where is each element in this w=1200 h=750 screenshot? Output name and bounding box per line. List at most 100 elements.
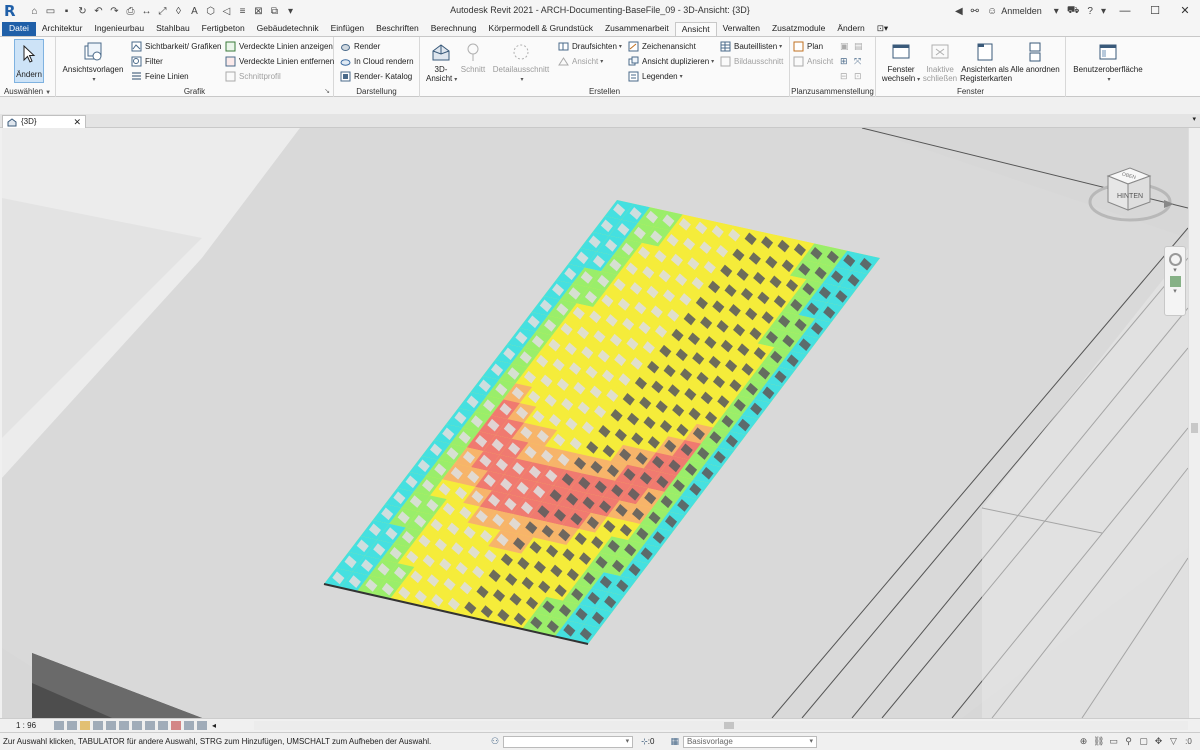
3d-view-button[interactable]: 3D- Ansicht ▾ (426, 39, 457, 85)
filter-icon[interactable]: ▽ (1168, 736, 1179, 747)
revisions-icon[interactable]: ▤ (854, 41, 863, 52)
lock-3d-view-icon[interactable] (145, 721, 155, 730)
tab-list-dropdown-icon[interactable]: ▾ (1192, 115, 1196, 123)
view-reference-icon[interactable]: ⊟ (840, 71, 848, 82)
user-interface-button[interactable]: Benutzeroberfläche ▾ (1070, 39, 1146, 85)
tab-zusatzmodule[interactable]: Zusatzmodule (766, 22, 831, 36)
matchline-icon[interactable]: ⤧ (854, 56, 861, 67)
minimize-button[interactable]: — (1110, 0, 1140, 22)
measure-icon[interactable]: ↔ (140, 5, 153, 18)
design-option-select[interactable]: Basisvorlage ▾ (682, 735, 817, 748)
print-icon[interactable]: ⎙ (124, 5, 137, 18)
tag-icon[interactable]: ◊ (172, 5, 185, 18)
design-options-icon[interactable]: ▦ (670, 736, 679, 747)
schedules-button[interactable]: Bauteillisten ▾ (720, 39, 782, 53)
section-button[interactable]: Schnitt (458, 39, 488, 74)
view-tab-close-icon[interactable]: ✕ (73, 116, 81, 128)
steering-wheel-icon[interactable] (1168, 253, 1182, 266)
plan-views-button[interactable]: Draufsichten ▾ (558, 39, 622, 53)
scroll-left-icon[interactable]: ◂ (212, 721, 216, 730)
switch-windows-icon[interactable]: ⧉ (268, 5, 281, 18)
visibility-graphics-button[interactable]: Sichtbarkeit/ Grafiken (131, 39, 221, 53)
tab-datei[interactable]: Datei (2, 22, 36, 36)
callout-button[interactable]: Detailausschnitt ▾ (492, 39, 550, 85)
horizontal-scroll-thumb[interactable] (724, 722, 734, 729)
sun-path-icon[interactable] (80, 721, 90, 730)
revit-logo-icon[interactable]: R (4, 3, 20, 19)
title-block-icon[interactable]: ▣ (840, 41, 849, 52)
sync-icon[interactable]: ↻ (76, 5, 89, 18)
sheet-button[interactable]: Plan (793, 39, 823, 53)
render-button[interactable]: Render (340, 39, 380, 53)
redo-icon[interactable]: ↷ (108, 5, 121, 18)
tab-körpermodell-grundstück[interactable]: Körpermodell & Grundstück (483, 22, 599, 36)
select-underlay-icon[interactable]: ▭ (1108, 736, 1119, 747)
tab-gebäudetechnik[interactable]: Gebäudetechnik (251, 22, 325, 36)
customize-qat-icon[interactable]: ▾ (284, 5, 297, 18)
reveal-hidden-icon[interactable] (171, 721, 181, 730)
guide-grid-icon[interactable]: ⊞ (840, 56, 848, 67)
collapse-icon[interactable]: ◀ (955, 6, 963, 17)
legends-button[interactable]: Legenden ▾ (628, 69, 683, 83)
modify-button[interactable]: Ändern (14, 39, 44, 83)
panel-title-select[interactable]: Auswählen ▼ (0, 87, 55, 96)
horizontal-scrollbar[interactable] (254, 721, 1188, 730)
section-icon[interactable]: ◁ (220, 5, 233, 18)
dimension-icon[interactable]: ⤢ (156, 5, 169, 18)
viewports-icon[interactable]: ⊡ (854, 71, 862, 82)
thin-lines-button[interactable]: Feine Linien (131, 69, 189, 83)
rendering-dialog-icon[interactable] (106, 721, 116, 730)
tab-berechnung[interactable]: Berechnung (425, 22, 483, 36)
vertical-scrollbar[interactable] (1188, 128, 1200, 718)
tab-architektur[interactable]: Architektur (36, 22, 89, 36)
viewcube[interactable]: HINTEN OBEN (1088, 160, 1178, 230)
close-hidden-icon[interactable]: ⊠ (252, 5, 265, 18)
tab-ingenieurbau[interactable]: Ingenieurbau (88, 22, 150, 36)
tab-ansicht[interactable]: Ansicht (674, 22, 717, 36)
select-pinned-icon[interactable]: ⚲ (1123, 736, 1134, 747)
drag-elements-icon[interactable]: ✥ (1153, 736, 1164, 747)
visual-style-icon[interactable] (67, 721, 77, 730)
drawing-canvas[interactable]: HINTEN OBEN ▾ ▾ (2, 128, 1188, 718)
place-view-button[interactable]: Ansicht (793, 54, 833, 68)
help-dropdown-icon[interactable]: ▾ (1101, 6, 1106, 17)
tile-views-button[interactable]: Alle anordnen (1010, 39, 1060, 74)
zoom-region-icon[interactable] (1169, 276, 1181, 287)
cart-icon[interactable]: ⛟ (1067, 5, 1080, 18)
worksets-icon[interactable]: ⚇ (491, 736, 499, 747)
filter-button[interactable]: Filter (131, 54, 163, 68)
undo-icon[interactable]: ↶ (92, 5, 105, 18)
tab-zusammenarbeit[interactable]: Zusammenarbeit (599, 22, 675, 36)
tab-einfügen[interactable]: Einfügen (325, 22, 371, 36)
crop-view-icon[interactable] (119, 721, 129, 730)
tab-ändern[interactable]: Ändern (831, 22, 870, 36)
select-links-icon[interactable]: ⛓ (1093, 736, 1104, 747)
detail-level-icon[interactable] (54, 721, 64, 730)
home-icon[interactable]: ⌂ (28, 5, 41, 18)
text-icon[interactable]: A (188, 5, 201, 18)
analysis-display-icon[interactable] (197, 721, 207, 730)
active-workset-select[interactable]: ▾ (503, 735, 634, 748)
binoculars-icon[interactable]: ⚯ (971, 6, 979, 17)
editable-only-icon[interactable]: ⊕ (1078, 736, 1089, 747)
view-scale[interactable]: 1 : 96 (16, 721, 54, 730)
temporary-view-properties-icon[interactable] (184, 721, 194, 730)
3d-model-view[interactable] (2, 128, 1188, 718)
tab-beschriften[interactable]: Beschriften (370, 22, 425, 36)
temporary-hide-icon[interactable] (158, 721, 168, 730)
select-by-face-icon[interactable]: ▢ (1138, 736, 1149, 747)
help-icon[interactable]: ? (1087, 6, 1093, 17)
elevation-button[interactable]: Ansicht ▾ (558, 54, 603, 68)
cloud-render-button[interactable]: In Cloud rendern (340, 54, 414, 68)
sign-in-button[interactable]: Anmelden (1001, 6, 1042, 16)
switch-windows-button[interactable]: Fenster wechseln ▾ (880, 39, 922, 85)
thin-lines-icon[interactable]: ≡ (236, 5, 249, 18)
user-icon[interactable]: ☺ (987, 6, 997, 17)
vertical-scroll-thumb[interactable] (1191, 423, 1198, 433)
duplicate-view-button[interactable]: Ansicht duplizieren ▾ (628, 54, 714, 68)
ribbon-minimize-icon[interactable]: ⊡▾ (871, 22, 894, 36)
save-icon[interactable]: ▪ (60, 5, 73, 18)
show-crop-region-icon[interactable] (132, 721, 142, 730)
open-icon[interactable]: ▭ (44, 5, 57, 18)
tab-views-button[interactable]: Ansichten als Registerkarten (960, 39, 1012, 83)
